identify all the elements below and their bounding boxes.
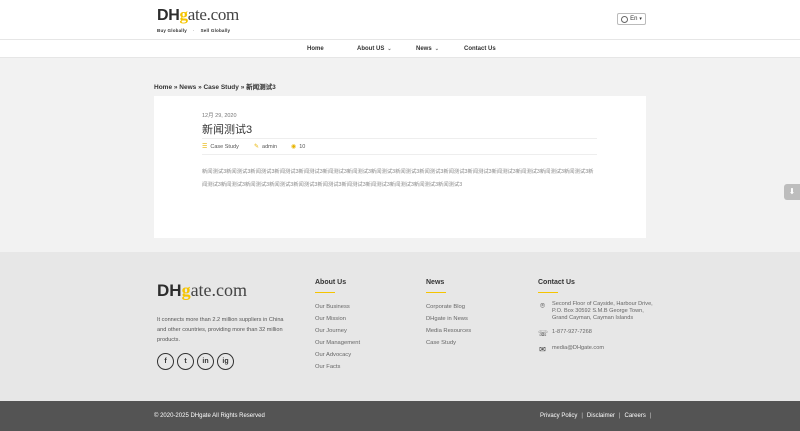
divider	[202, 154, 597, 155]
mail-icon: ✉	[539, 345, 546, 354]
post-views-count: 10	[299, 143, 306, 150]
pen-icon: ✎	[254, 144, 260, 150]
footer-logo-g: g	[181, 280, 191, 300]
footer-description: It connects more than 2.2 million suppli…	[157, 317, 284, 343]
footer-logo-rest: ate.com	[190, 280, 248, 300]
category-icon: ☰	[202, 144, 208, 150]
twitter-icon[interactable]: t	[177, 353, 194, 370]
footer-about-column: About Us Our Business Our Mission Our Jo…	[315, 279, 360, 373]
facebook-icon[interactable]: f	[157, 353, 174, 370]
tagline-sell: Sell Globally	[200, 28, 231, 33]
footer-logo-dh: DH	[157, 281, 182, 300]
tagline-dot: ·	[192, 28, 195, 33]
footer-about-title: About Us	[315, 279, 347, 286]
footer-link-case-study[interactable]: Case Study	[426, 337, 471, 349]
logo-wordmark: DHgate.com	[157, 6, 247, 25]
footer-news-column: News Corporate Blog DHgate in News Media…	[426, 279, 471, 349]
instagram-icon[interactable]: ig	[217, 353, 234, 370]
footer-link-our-management[interactable]: Our Management	[315, 337, 360, 349]
careers-link[interactable]: Careers	[624, 413, 645, 419]
post-views: ◉ 10	[291, 143, 306, 151]
post-category[interactable]: ☰ Case Study	[202, 143, 239, 151]
divider	[202, 138, 597, 139]
logo-dh: DH	[157, 7, 180, 24]
link-separator: |	[649, 413, 652, 419]
footer-link-dhgate-in-news[interactable]: DHgate in News	[426, 313, 471, 325]
nav-contact[interactable]: Contact Us	[464, 40, 496, 58]
post-body: 新闻测试3新闻测试3新闻测试3新闻测试3新闻测试3新闻测试3新闻测试3新闻测试3…	[202, 169, 594, 188]
privacy-policy-link[interactable]: Privacy Policy	[540, 413, 577, 419]
footer-link-our-business[interactable]: Our Business	[315, 301, 360, 313]
footer-link-media-resources[interactable]: Media Resources	[426, 325, 471, 337]
logo-rest: ate.com	[187, 5, 240, 24]
download-icon[interactable]: ⬇	[784, 184, 800, 200]
social-links: f t in ig	[157, 353, 234, 370]
top-header: DHgate.com Buy Globally · Sell Globally En…	[0, 0, 800, 39]
footer-contact-title: Contact Us	[538, 279, 575, 286]
accent-bar	[426, 292, 446, 293]
language-label: En	[630, 16, 638, 22]
dhgate-logo[interactable]: DHgate.com Buy Globally · Sell Globally	[157, 6, 247, 34]
contact-email[interactable]: ✉ media@DHgate.com	[538, 345, 654, 354]
post-author[interactable]: ✎ admin	[254, 143, 278, 151]
disclaimer-link[interactable]: Disclaimer	[587, 413, 615, 419]
nav-home[interactable]: Home	[307, 40, 324, 58]
contact-email-text: media@DHgate.com	[552, 345, 605, 351]
globe-icon	[621, 15, 629, 23]
footer-link-our-mission[interactable]: Our Mission	[315, 313, 360, 325]
contact-phone[interactable]: ☏ 1-877-927-7268	[538, 329, 654, 338]
nav-home-label: Home	[307, 46, 324, 52]
contact-address: ⌾ Second Floor of Cayside, Harbour Drive…	[538, 301, 654, 322]
tagline-buy: Buy Globally	[157, 28, 187, 33]
chevron-down-icon: ▾	[639, 16, 642, 22]
eye-icon: ◉	[291, 144, 297, 150]
post-author-label: admin	[262, 143, 278, 150]
post-card: 12月 29, 2020 新闻测试3 ☰ Case Study ✎ admin …	[154, 96, 646, 238]
post-title: 新闻测试3	[202, 124, 253, 136]
bottom-bar: © 2020-2025 DHgate All Rights Reserved P…	[0, 401, 800, 431]
link-separator: |	[618, 413, 621, 419]
bottom-links: Privacy Policy | Disclaimer | Careers |	[540, 413, 651, 419]
post-date: 12月 29, 2020	[202, 113, 237, 119]
link-separator: |	[581, 413, 583, 419]
breadcrumb[interactable]: Home » News » Case Study » 新闻测试3	[154, 81, 276, 91]
phone-icon: ☏	[538, 329, 549, 338]
nav-about[interactable]: About US ⌄	[357, 40, 392, 58]
footer-logo[interactable]: DHgate.com	[157, 280, 247, 301]
nav-about-label: About US	[357, 46, 385, 52]
footer-news-title: News	[426, 279, 445, 286]
footer-link-our-journey[interactable]: Our Journey	[315, 325, 360, 337]
nav-contact-label: Contact Us	[464, 46, 496, 52]
post-category-label: Case Study	[210, 143, 239, 150]
location-pin-icon: ⌾	[540, 301, 545, 310]
footer: DHgate.com It connects more than 2.2 mil…	[0, 252, 800, 401]
chevron-down-icon: ⌄	[434, 46, 439, 52]
footer-link-our-advocacy[interactable]: Our Advocacy	[315, 349, 360, 361]
copyright: © 2020-2025 DHgate All Rights Reserved	[154, 413, 265, 419]
logo-g: g	[179, 5, 189, 24]
language-selector[interactable]: En ▾	[617, 13, 646, 25]
chevron-down-icon: ⌄	[387, 46, 392, 52]
contact-phone-text: 1-877-927-7268	[552, 329, 592, 335]
accent-bar	[538, 292, 558, 293]
footer-link-corporate-blog[interactable]: Corporate Blog	[426, 301, 471, 313]
nav-news-label: News	[416, 46, 432, 52]
linkedin-icon[interactable]: in	[197, 353, 214, 370]
main-nav: Home About US ⌄ News ⌄ Contact Us	[0, 39, 800, 58]
logo-tagline: Buy Globally · Sell Globally	[157, 28, 247, 33]
contact-address-text: Second Floor of Cayside, Harbour Drive, …	[552, 301, 653, 321]
footer-link-our-facts[interactable]: Our Facts	[315, 361, 360, 373]
accent-bar	[315, 292, 335, 293]
nav-news[interactable]: News ⌄	[416, 40, 439, 58]
footer-contact-column: Contact Us ⌾ Second Floor of Cayside, Ha…	[538, 279, 654, 361]
